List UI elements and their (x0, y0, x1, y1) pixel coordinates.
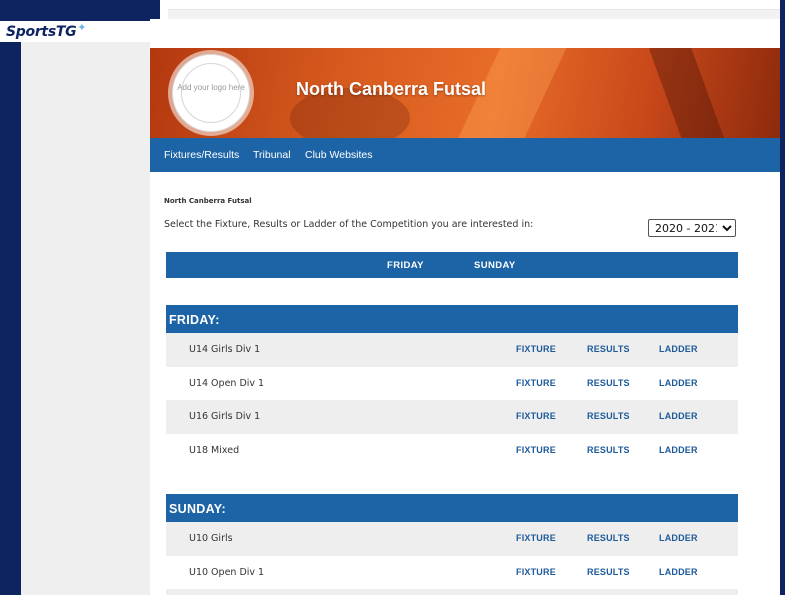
nav-club-websites[interactable]: Club Websites (305, 149, 373, 161)
left-sidebar (21, 42, 150, 595)
day-tabs: FRIDAY SUNDAY (166, 252, 738, 278)
main-nav: Fixtures/Results Tribunal Club Websites (150, 138, 780, 172)
table-row: U16 Girls Div 1 FIXTURE RESULTS LADDER (166, 400, 738, 434)
fixture-link[interactable]: FIXTURE (516, 411, 556, 421)
top-bar (160, 0, 780, 20)
fixture-link[interactable]: FIXTURE (516, 378, 556, 388)
star-icon: ✦ (77, 21, 87, 34)
results-link[interactable]: RESULTS (587, 533, 630, 543)
competition-name: U14 Girls Div 1 (189, 344, 261, 355)
competition-name: U14 Open Div 1 (189, 377, 265, 389)
competition-name: U10 Girls (189, 533, 233, 544)
breadcrumb: North Canberra Futsal (164, 197, 252, 205)
ladder-link[interactable]: LADDER (659, 378, 698, 388)
competition-name: U16 Girls Div 1 (189, 411, 261, 422)
ladder-link[interactable]: LADDER (659, 445, 698, 455)
results-link[interactable]: RESULTS (587, 378, 630, 388)
page-title: North Canberra Futsal (296, 79, 487, 99)
ladder-link[interactable]: LADDER (659, 567, 698, 577)
nav-tribunal[interactable]: Tribunal (253, 149, 291, 161)
table-row: U14 Girls Div 1 FIXTURE RESULTS LADDER (166, 333, 738, 367)
table-row: U18 Mixed FIXTURE RESULTS LADDER (166, 434, 738, 468)
section-heading: FRIDAY: (166, 305, 738, 333)
ladder-link[interactable]: LADDER (659, 411, 698, 421)
tab-sunday[interactable]: SUNDAY (474, 260, 516, 271)
results-link[interactable]: RESULTS (587, 567, 630, 577)
table-row: U10 Open Div 1 FIXTURE RESULTS LADDER (166, 556, 738, 590)
instruction-text: Select the Fixture, Results or Ladder of… (164, 219, 534, 230)
table-row (166, 589, 738, 595)
ladder-link[interactable]: LADDER (659, 533, 698, 543)
competition-name: U18 Mixed (189, 444, 240, 456)
section-friday: FRIDAY: U14 Girls Div 1 FIXTURE RESULTS … (166, 305, 738, 467)
logo-placeholder[interactable]: Add your logo here (172, 54, 250, 132)
section-heading: SUNDAY: (166, 494, 738, 522)
season-select[interactable]: 2020 - 2021 (648, 219, 736, 237)
section-sunday: SUNDAY: U10 Girls FIXTURE RESULTS LADDER… (166, 494, 738, 595)
results-link[interactable]: RESULTS (587, 344, 630, 354)
table-row: U10 Girls FIXTURE RESULTS LADDER (166, 522, 738, 556)
logo-placeholder-text: Add your logo here (177, 83, 245, 92)
results-link[interactable]: RESULTS (587, 445, 630, 455)
ladder-link[interactable]: LADDER (659, 344, 698, 354)
logo-ring (181, 63, 241, 123)
brand-strip: SportsTG✦ (0, 21, 150, 42)
results-link[interactable]: RESULTS (587, 411, 630, 421)
fixture-link[interactable]: FIXTURE (516, 533, 556, 543)
banner-graphic (648, 48, 732, 138)
fixture-link[interactable]: FIXTURE (516, 445, 556, 455)
main-content: Add your logo here North Canberra Futsal… (150, 19, 780, 595)
tab-friday[interactable]: FRIDAY (387, 260, 424, 271)
competition-name: U10 Open Div 1 (189, 566, 265, 578)
fixture-link[interactable]: FIXTURE (516, 567, 556, 577)
sportstg-logo[interactable]: SportsTG✦ (6, 21, 87, 42)
top-bar-inner (168, 9, 780, 19)
nav-fixtures-results[interactable]: Fixtures/Results (164, 149, 239, 161)
header-banner: Add your logo here North Canberra Futsal (150, 48, 780, 138)
fixture-link[interactable]: FIXTURE (516, 344, 556, 354)
table-row: U14 Open Div 1 FIXTURE RESULTS LADDER (166, 367, 738, 401)
